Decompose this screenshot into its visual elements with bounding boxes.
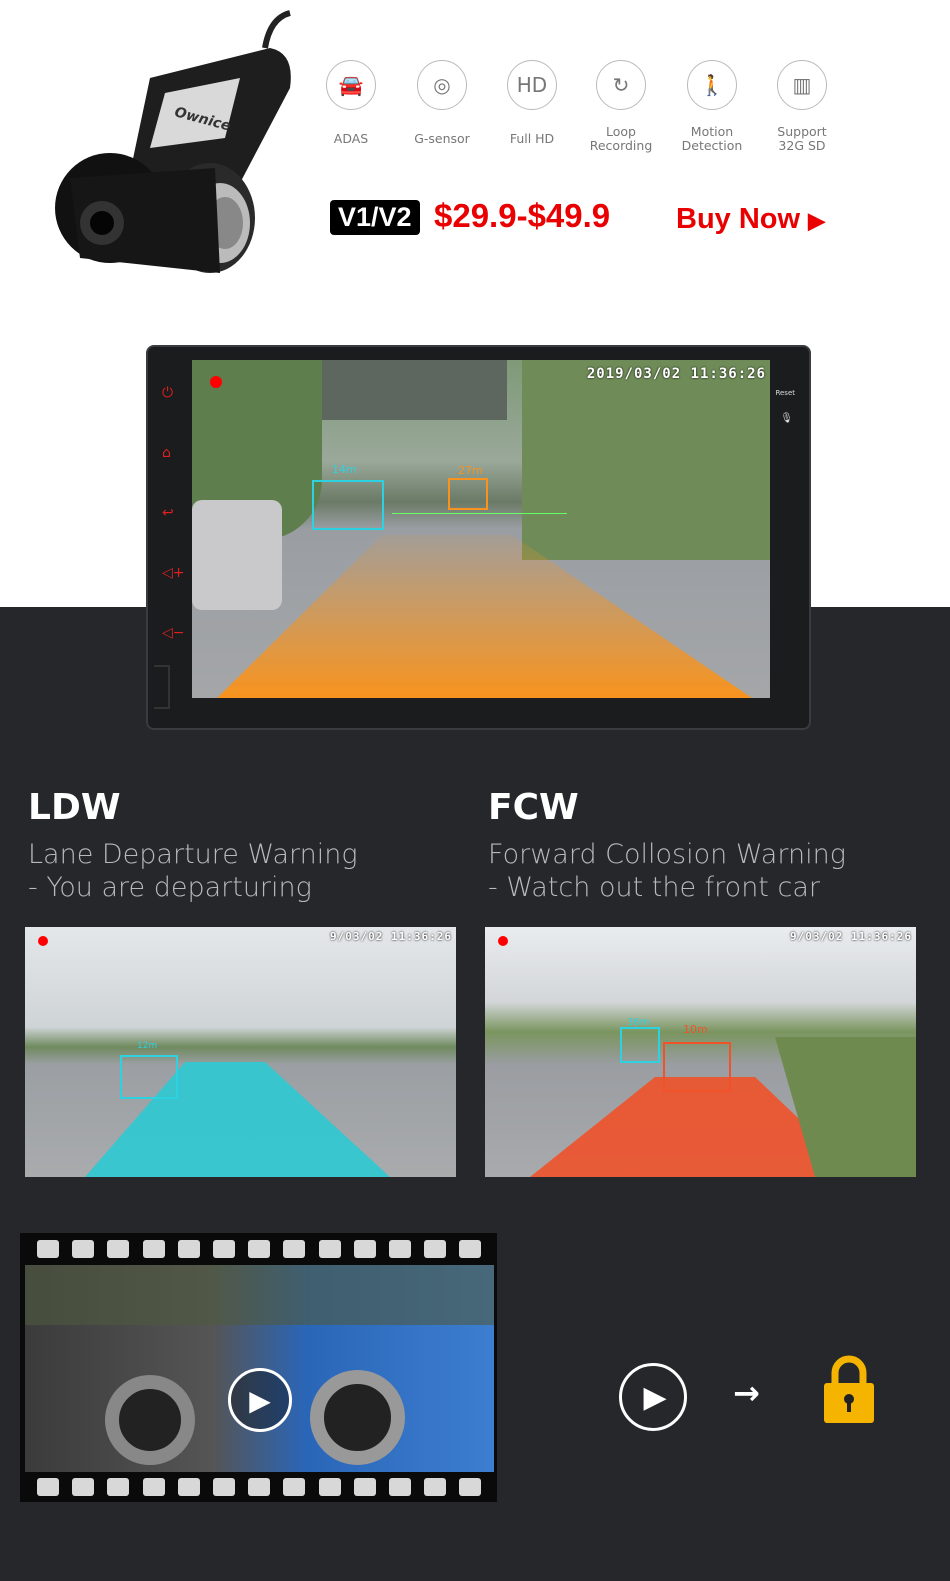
fcw-title: FCW — [488, 787, 579, 828]
ldw-car-box — [120, 1055, 178, 1099]
fcw-timestamp: 9/03/02 11:36:26 — [790, 930, 912, 943]
film-hole — [177, 1478, 200, 1496]
feature-label: Full HD — [509, 131, 555, 146]
feature-g-sensor: ◎ G-sensor — [402, 60, 482, 154]
film-hole — [424, 1478, 447, 1496]
ldw-subtitle-line1: Lane Departure Warning — [28, 839, 358, 870]
loop-recording-icon: ↻ — [596, 60, 646, 110]
full-hd-icon: HD — [507, 60, 557, 110]
video-film-strip[interactable]: ▶ — [20, 1233, 497, 1502]
back-icon[interactable]: ↩ — [162, 505, 174, 521]
buy-now-button[interactable]: Buy Now ▶ — [676, 203, 825, 236]
ldw-title: LDW — [28, 787, 121, 828]
orange-lane — [192, 500, 752, 698]
feature-label: ADAS — [333, 131, 369, 146]
near-car-box — [312, 480, 384, 530]
film-hole — [37, 1478, 59, 1496]
collision-video-thumbnail: ▶ — [25, 1265, 494, 1472]
feature-label: Loop Recording — [589, 124, 653, 153]
fcw-subtitle: Forward Collosion Warning - Watch out the… — [488, 838, 846, 904]
sd-card-icon: ▥ — [777, 60, 827, 110]
film-hole — [283, 1240, 306, 1258]
film-hole — [142, 1478, 165, 1496]
wheel-right — [310, 1370, 405, 1465]
film-hole — [142, 1240, 165, 1258]
film-hole — [353, 1240, 376, 1258]
feature-sd-card: ▥ Support 32G SD — [762, 60, 842, 154]
play-triangle-icon: ▶ — [808, 208, 826, 233]
film-hole — [177, 1240, 200, 1258]
price: $29.9-$49.9 — [434, 197, 611, 234]
microphone-icon: 🎙 — [780, 413, 793, 424]
feature-motion-detection: 🚶 Motion Detection — [672, 60, 752, 154]
recording-dot — [38, 936, 48, 946]
wheel-left — [105, 1375, 195, 1465]
reset-label: Reset — [775, 389, 795, 397]
feature-car-adas: 🚘 ADAS — [311, 60, 391, 154]
fcw-front-car-box — [663, 1042, 731, 1092]
film-hole — [107, 1240, 130, 1258]
ldw-timestamp: 9/03/02 11:36:26 — [330, 930, 452, 943]
feature-label: Support 32G SD — [777, 124, 827, 153]
version-badge: V1/V2 — [330, 200, 420, 235]
dash-cam-product-image: Ownice — [55, 10, 291, 273]
fcw-subtitle-line2: - Watch out the front car — [488, 872, 820, 903]
feature-label: G-sensor — [414, 131, 470, 146]
buy-now-label: Buy Now — [676, 203, 801, 235]
film-hole — [213, 1240, 235, 1258]
ldw-subtitle: Lane Departure Warning - You are departur… — [28, 838, 358, 904]
volume-down-icon[interactable]: ◁− — [162, 625, 185, 641]
play-circle-icon[interactable]: ▶ — [619, 1363, 687, 1431]
fcw-truck-box — [620, 1027, 660, 1063]
head-unit-display: ⏻ ⌂ ↩ ◁+ ◁− 2019/03/02 11:36:26 14m 27m … — [146, 345, 811, 730]
ldw-subtitle-line2: - You are departuring — [28, 872, 312, 903]
film-hole — [72, 1240, 95, 1258]
far-car-box — [448, 478, 488, 510]
g-sensor-icon: ◎ — [417, 60, 467, 110]
film-hole — [389, 1240, 411, 1258]
ldw-image: 9/03/02 11:36:26 12m — [25, 927, 456, 1177]
film-hole — [248, 1478, 271, 1496]
film-hole — [318, 1478, 341, 1496]
feature-loop-recording: ↻ Loop Recording — [581, 60, 661, 154]
motion-detection-icon: 🚶 — [687, 60, 737, 110]
ldw-distance: 12m — [137, 1041, 158, 1051]
film-hole — [459, 1478, 482, 1496]
home-icon[interactable]: ⌂ — [162, 445, 171, 461]
feature-label: Motion Detection — [681, 124, 743, 153]
feature-full-hd: HD Full HD — [492, 60, 572, 154]
film-hole — [389, 1478, 411, 1496]
recording-dot — [210, 376, 222, 388]
film-hole — [353, 1478, 376, 1496]
arrow-right-icon: → — [733, 1374, 760, 1412]
film-hole — [424, 1240, 447, 1258]
power-icon[interactable]: ⏻ — [162, 385, 173, 401]
film-hole — [283, 1478, 306, 1496]
adas-screen: 2019/03/02 11:36:26 14m 27m — [192, 360, 770, 698]
car-adas-icon: 🚘 — [326, 60, 376, 110]
lock-icon — [824, 1355, 874, 1423]
fcw-truck-distance: 36m — [627, 1017, 650, 1028]
recording-dot — [498, 936, 508, 946]
near-distance: 14m — [332, 463, 357, 476]
play-button[interactable]: ▶ — [228, 1368, 292, 1432]
sd-slot — [154, 665, 170, 709]
fcw-subtitle-line1: Forward Collosion Warning — [488, 839, 846, 870]
fcw-front-distance: 10m — [683, 1023, 708, 1036]
timestamp: 2019/03/02 11:36:26 — [586, 366, 766, 382]
fcw-image: 9/03/02 11:36:26 36m 10m — [485, 927, 916, 1177]
far-distance: 27m — [458, 464, 483, 477]
film-hole — [459, 1240, 482, 1258]
film-hole — [318, 1240, 341, 1258]
film-hole — [72, 1478, 95, 1496]
film-hole — [248, 1240, 271, 1258]
film-hole — [107, 1478, 130, 1496]
film-hole — [37, 1240, 59, 1258]
film-hole — [213, 1478, 235, 1496]
distance-line — [392, 513, 567, 514]
volume-up-icon[interactable]: ◁+ — [162, 565, 185, 581]
